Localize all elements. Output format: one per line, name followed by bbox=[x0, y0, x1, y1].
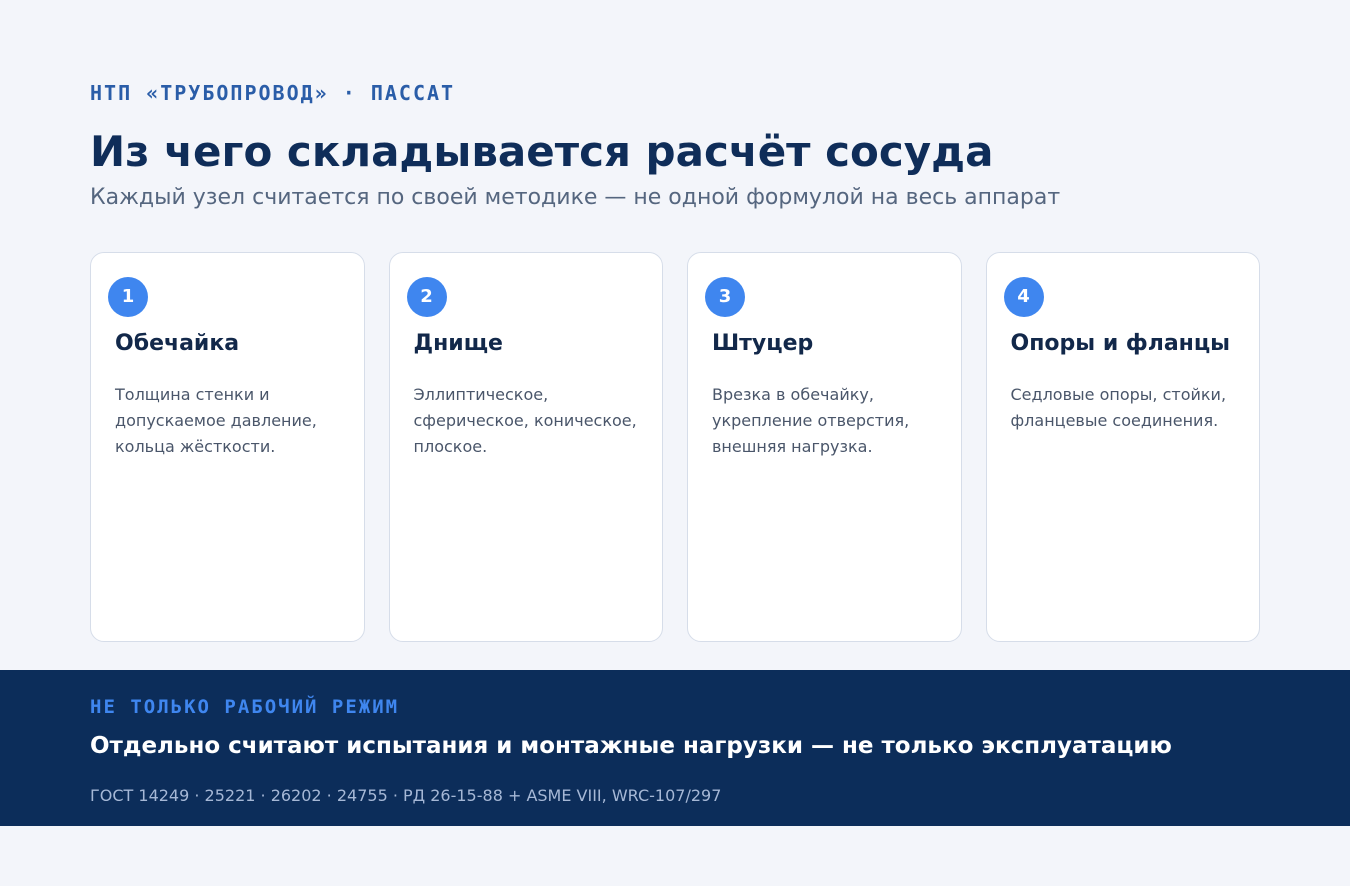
card-title: Днище bbox=[413, 331, 503, 356]
footer-title: Отдельно считают испытания и монтажные н… bbox=[90, 733, 1172, 759]
page-subtitle: Каждый узел считается по своей методике … bbox=[90, 185, 1061, 210]
step-number-badge: 4 bbox=[1003, 277, 1044, 317]
card-description: Врезка в обечайку, укрепление отверстия,… bbox=[712, 385, 910, 456]
page-title: Из чего складывается расчёт сосуда bbox=[90, 127, 994, 176]
card-nozzle: 3 Штуцер Врезка в обечайку, укрепление о… bbox=[687, 252, 962, 642]
header: НТП «ТРУБОПРОВОД» · ПАССАТ Из чего склад… bbox=[90, 80, 1260, 213]
footer-eyebrow: НЕ ТОЛЬКО РАБОЧИЙ РЕЖИМ bbox=[90, 696, 400, 718]
card-description: Толщина стенки и допускаемое давление, к… bbox=[115, 385, 317, 456]
card-title: Обечайка bbox=[115, 331, 240, 356]
step-number-badge: 3 bbox=[705, 277, 745, 317]
card-description: Седловые опоры, стойки, фланцевые соедин… bbox=[1010, 385, 1227, 430]
card-title: Опоры и фланцы bbox=[1010, 331, 1231, 356]
standards-references: ГОСТ 14249 · 25221 · 26202 · 24755 · РД … bbox=[90, 786, 722, 805]
card-description: Эллиптическое, сферическое, коническое, … bbox=[413, 385, 637, 456]
card-head: 2 Днище Эллиптическое, сферическое, кони… bbox=[388, 252, 663, 642]
card-title: Штуцер bbox=[712, 331, 814, 356]
card-supports-flanges: 4 Опоры и фланцы Седловые опоры, стойки,… bbox=[985, 252, 1260, 642]
card-shell: 1 Обечайка Толщина стенки и допускаемое … bbox=[90, 252, 365, 642]
component-cards: 1 Обечайка Толщина стенки и допускаемое … bbox=[90, 252, 1260, 642]
eyebrow-label: НТП «ТРУБОПРОВОД» · ПАССАТ bbox=[90, 81, 456, 105]
step-number-badge: 1 bbox=[108, 277, 148, 317]
step-number-badge: 2 bbox=[406, 277, 447, 317]
footer-banner: НЕ ТОЛЬКО РАБОЧИЙ РЕЖИМ Отдельно считают… bbox=[0, 670, 1350, 826]
